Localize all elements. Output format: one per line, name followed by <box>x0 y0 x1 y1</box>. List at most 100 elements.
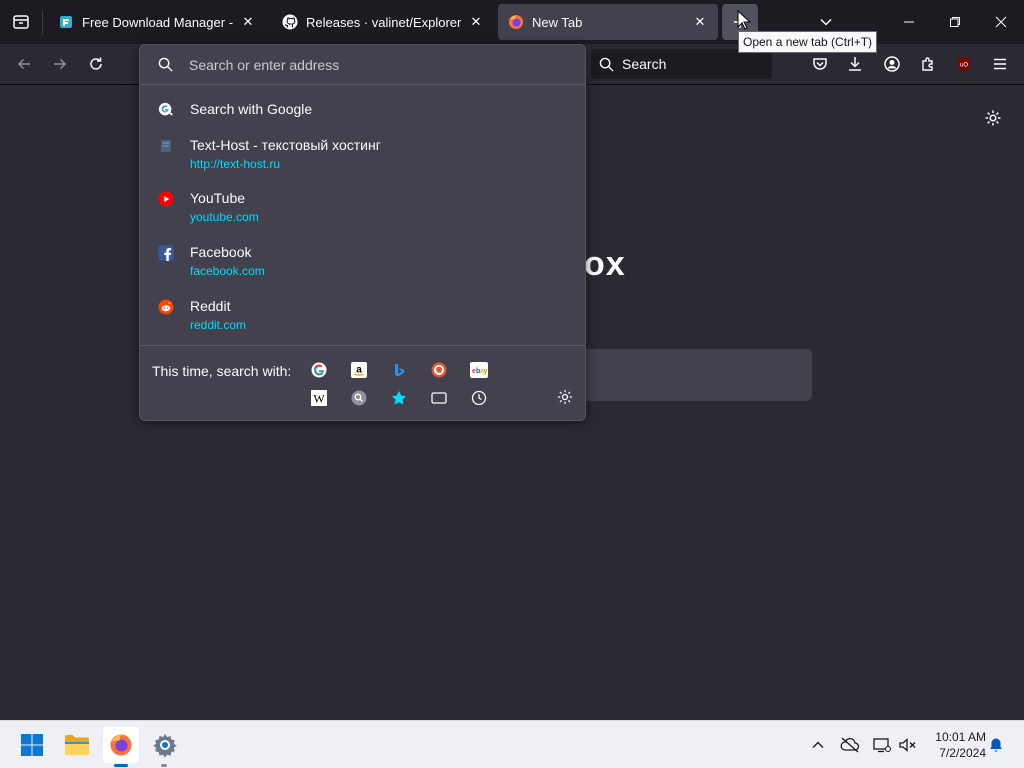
urlbar-result-text-host[interactable]: Text-Host - текстовый хостинг http://tex… <box>140 136 585 184</box>
folder-icon <box>65 735 89 755</box>
search-icon <box>158 57 173 72</box>
firefox-icon <box>508 14 524 30</box>
oneoff-history-button[interactable] <box>470 389 488 407</box>
system-clock[interactable]: 10:01 AM 7/2/2024 <box>924 729 986 761</box>
chevron-up-icon <box>812 741 824 748</box>
minimize-button[interactable] <box>886 0 932 44</box>
restore-button[interactable] <box>932 0 978 44</box>
firefox-view-button[interactable] <box>0 0 42 44</box>
urlbar-result-facebook[interactable]: Facebook facebook.com <box>140 243 585 291</box>
bell-icon <box>990 738 1002 752</box>
result-url: reddit.com <box>190 318 247 332</box>
chevron-down-icon <box>820 18 832 26</box>
search-bar[interactable]: Search <box>591 49 772 79</box>
close-tab-icon[interactable]: ✕ <box>240 14 256 30</box>
github-icon <box>282 14 298 30</box>
result-url: facebook.com <box>190 264 265 278</box>
ublock-origin-icon: uO <box>958 57 970 71</box>
facebook-icon <box>158 245 174 261</box>
downloads-button[interactable] <box>840 49 870 79</box>
onedrive-tray-button[interactable] <box>840 735 860 755</box>
oneoff-search-engine-button[interactable] <box>350 389 368 407</box>
file-explorer-button[interactable] <box>59 727 95 763</box>
fdm-icon <box>58 14 74 30</box>
firefox-taskbar-button[interactable] <box>103 727 139 763</box>
windows-taskbar: 10:01 AM 7/2/2024 <box>0 720 1024 768</box>
settings-gear-icon <box>153 734 177 758</box>
search-bar-label: Search <box>622 56 667 72</box>
google-icon <box>311 362 327 378</box>
result-title: Text-Host - текстовый хостинг <box>190 137 381 153</box>
restore-icon <box>950 17 960 27</box>
forward-button[interactable] <box>45 49 75 79</box>
pocket-icon <box>813 58 827 70</box>
result-title: Facebook <box>190 244 252 260</box>
reload-button[interactable] <box>81 49 111 79</box>
close-window-button[interactable] <box>978 0 1024 44</box>
search-icon <box>599 57 614 72</box>
show-hidden-icons-button[interactable] <box>808 735 828 755</box>
tabs-icon <box>431 392 447 404</box>
oneoff-search-label: This time, search with: <box>152 363 292 379</box>
result-title: YouTube <box>190 190 246 206</box>
active-app-indicator <box>114 764 128 767</box>
reload-icon <box>90 57 102 70</box>
page-search-box[interactable] <box>560 349 812 401</box>
result-title: Reddit <box>190 298 231 314</box>
reddit-icon <box>158 299 174 315</box>
svg-text:W: W <box>313 392 325 406</box>
extensions-button[interactable] <box>913 49 943 79</box>
close-icon <box>995 16 1007 28</box>
result-title: Search with Google <box>190 101 313 117</box>
firefox-wordmark: ox <box>584 245 626 283</box>
ublock-origin-button[interactable]: uO <box>949 49 979 79</box>
notifications-button[interactable] <box>986 735 1006 755</box>
oneoff-bing-button[interactable] <box>390 361 408 379</box>
settings-taskbar-button[interactable] <box>147 727 183 763</box>
close-tab-icon[interactable]: ✕ <box>692 14 708 30</box>
oneoff-bookmarks-button[interactable] <box>390 389 408 407</box>
urlbar-dropdown: Search with Google Text-Host - текстовый… <box>139 44 586 421</box>
back-button[interactable] <box>9 49 39 79</box>
gear-icon <box>985 110 1001 126</box>
account-button[interactable] <box>877 49 907 79</box>
personalize-new-tab-button[interactable] <box>980 105 1006 131</box>
history-icon <box>471 390 487 406</box>
tab-new-tab[interactable]: New Tab ✕ <box>498 4 718 40</box>
youtube-icon <box>158 191 174 207</box>
bookmarks-star-icon <box>392 391 406 405</box>
search-settings-button[interactable] <box>556 388 574 406</box>
oneoff-duckduckgo-button[interactable] <box>430 361 448 379</box>
result-url: youtube.com <box>190 210 259 224</box>
tab-free-download-manager[interactable]: Free Download Manager - dow ✕ <box>48 4 266 40</box>
address-bar-input[interactable] <box>189 56 549 73</box>
page-icon <box>158 138 174 154</box>
download-icon <box>849 57 861 71</box>
google-search-icon <box>158 102 174 118</box>
windows-logo-icon <box>21 734 43 756</box>
result-url: http://text-host.ru <box>190 157 281 171</box>
speaker-muted-icon <box>899 738 916 752</box>
clock-time: 10:01 AM <box>935 730 986 744</box>
start-button[interactable] <box>14 727 50 763</box>
oneoff-wikipedia-button[interactable]: W <box>310 389 328 407</box>
oneoff-tabs-button[interactable] <box>430 389 448 407</box>
pocket-button[interactable] <box>805 49 835 79</box>
svg-text:a: a <box>356 365 362 376</box>
oneoff-ebay-button[interactable]: ebay <box>470 361 488 379</box>
svg-text:uO: uO <box>960 63 968 69</box>
volume-tray-button[interactable] <box>898 735 918 755</box>
tab-title: Releases · valinet/ExplorerPatch <box>306 14 462 30</box>
urlbar-result-youtube[interactable]: YouTube youtube.com <box>140 189 585 237</box>
svg-text:y: y <box>484 368 488 375</box>
tab-github-releases[interactable]: Releases · valinet/ExplorerPatch ✕ <box>272 4 494 40</box>
close-tab-icon[interactable]: ✕ <box>468 14 484 30</box>
firefox-icon <box>110 734 132 756</box>
app-menu-button[interactable] <box>985 49 1015 79</box>
oneoff-google-button[interactable] <box>310 361 328 379</box>
oneoff-amazon-button[interactable]: a <box>350 361 368 379</box>
network-tray-button[interactable] <box>872 735 892 755</box>
urlbar-result-reddit[interactable]: Reddit reddit.com <box>140 297 585 345</box>
tab-separator <box>42 10 43 34</box>
urlbar-input-row <box>140 45 585 85</box>
